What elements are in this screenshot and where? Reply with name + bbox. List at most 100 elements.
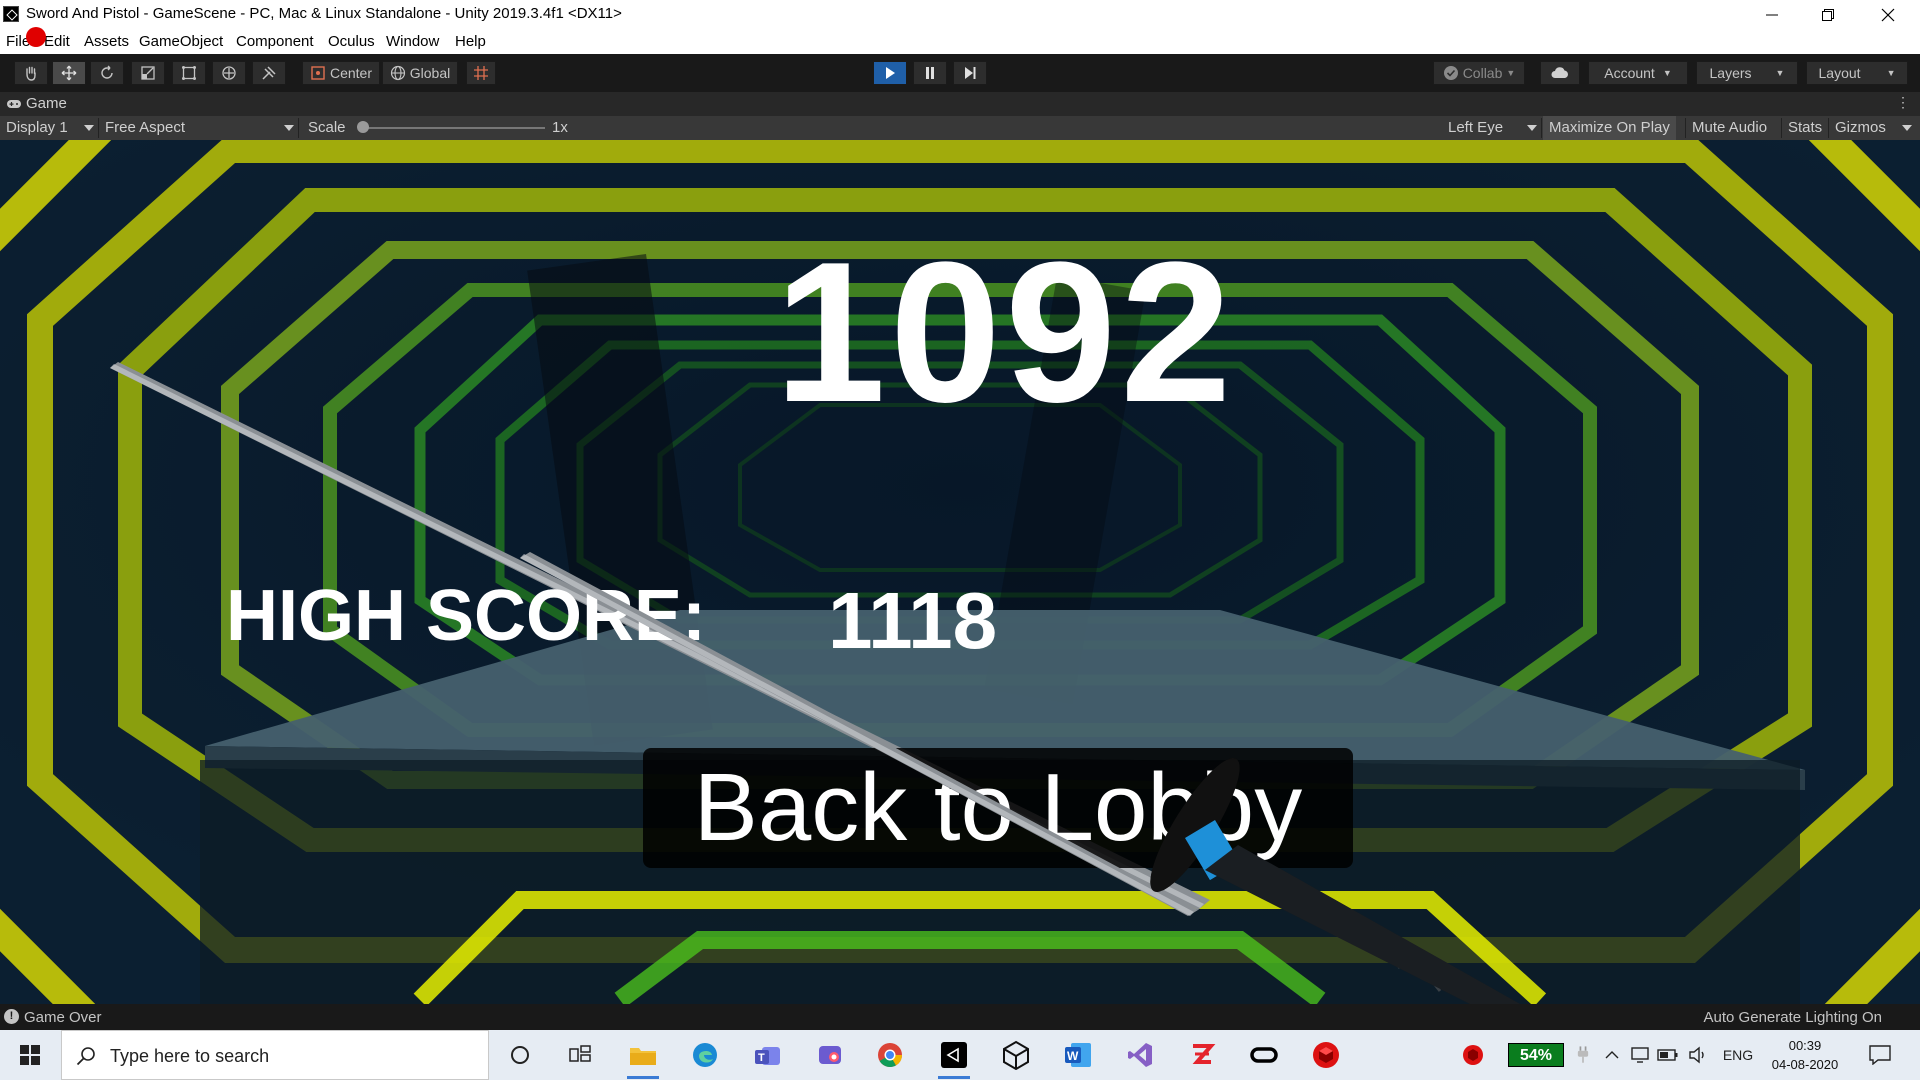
folder-icon [630,1048,656,1065]
menu-edit[interactable]: Edit [44,33,70,50]
battery-status-button[interactable] [1656,1030,1680,1080]
tab-game-label: Game [26,95,67,112]
file-explorer-button[interactable] [615,1030,671,1080]
snip-tool-button[interactable] [802,1030,858,1080]
menu-oculus[interactable]: Oculus [328,33,375,50]
grid-snap-icon [474,66,488,80]
language-indicator[interactable]: ENG [1718,1030,1758,1080]
menu-assets[interactable]: Assets [84,33,129,50]
cortana-button[interactable] [492,1030,548,1080]
tray-app-button[interactable] [1458,1030,1488,1080]
task-view-button[interactable] [552,1030,608,1080]
unity-app-icon [3,6,19,22]
task-view-icon [569,1045,591,1062]
transform-tool-button[interactable] [212,61,246,85]
menu-help[interactable]: Help [455,33,486,50]
action-center-button[interactable] [1862,1030,1898,1080]
eye-dropdown[interactable]: Left Eye [1448,119,1503,136]
pivot-center-toggle[interactable]: Center [302,61,380,85]
zoho-button[interactable] [1174,1030,1230,1080]
snap-grid-button[interactable] [466,61,496,85]
game-view[interactable]: 1092 HIGH SCORE: 1118 Back to Lobby [0,140,1920,1004]
hand-tool-button[interactable] [14,61,48,85]
windows-logo-icon [20,1045,40,1065]
menu-bar: File Edit Assets GameObject Component Oc… [0,29,1920,54]
layers-dropdown[interactable]: Layers ▼ [1696,61,1798,85]
move-tool-button[interactable] [52,61,86,85]
status-message[interactable]: Game Over [24,1009,102,1026]
visual-studio-icon [1128,1043,1152,1067]
start-button[interactable] [2,1030,58,1080]
chevron-down-icon [84,125,94,131]
edge-browser-button[interactable] [677,1030,733,1080]
layout-label: Layout [1818,65,1861,81]
tray-power-button[interactable] [1570,1030,1596,1080]
aspect-dropdown[interactable]: Free Aspect [105,119,185,136]
custom-tool-button[interactable] [252,61,286,85]
chrome-icon [878,1043,902,1068]
menu-window[interactable]: Window [386,33,439,50]
step-button[interactable] [953,61,987,85]
menu-component[interactable]: Component [236,33,314,50]
space-global-toggle[interactable]: Global [382,61,458,85]
display-dropdown[interactable]: Display 1 [6,119,68,136]
unity-hub-button[interactable] [926,1030,982,1080]
separator [1541,118,1542,138]
tab-game[interactable]: Game [6,95,67,112]
z-app-icon [1192,1044,1216,1064]
taskbar-search-box[interactable]: Type here to search [61,1030,489,1080]
wrench-icon [262,66,276,80]
close-button[interactable] [1860,0,1916,29]
show-hidden-icons-button[interactable] [1600,1030,1624,1080]
taskbar-clock[interactable]: 00:39 04-08-2020 [1760,1036,1850,1074]
unity-editor-button[interactable] [988,1030,1044,1080]
chrome-button[interactable] [862,1030,918,1080]
account-label: Account [1604,65,1655,81]
teams-button[interactable]: T [740,1030,796,1080]
info-icon: ! [4,1009,19,1024]
game-tab-bar: Game ⋮ [0,92,1920,116]
visual-studio-button[interactable] [1112,1030,1168,1080]
cloud-services-button[interactable] [1540,61,1580,85]
battery-level[interactable]: 54% [1508,1043,1564,1067]
collab-label: Collab [1462,65,1503,81]
close-icon [1881,8,1895,21]
game-app-button[interactable] [1298,1030,1354,1080]
volume-button[interactable] [1686,1030,1710,1080]
scale-slider-thumb[interactable] [357,121,369,133]
account-dropdown[interactable]: Account ▼ [1588,61,1688,85]
clock-time: 00:39 [1788,1038,1822,1053]
rect-tool-button[interactable] [172,61,206,85]
chevron-up-icon [1605,1051,1619,1059]
stats-toggle[interactable]: Stats [1782,116,1828,140]
chevron-down-icon: ▼ [1775,68,1785,78]
minimize-icon [1766,14,1778,15]
tab-options-icon[interactable]: ⋮ [1896,94,1910,111]
notification-icon [1869,1045,1891,1065]
teams-icon: T [755,1047,780,1065]
mute-audio-toggle[interactable]: Mute Audio [1686,116,1773,140]
rotate-tool-button[interactable] [90,61,124,85]
hand-icon [26,66,36,81]
layout-dropdown[interactable]: Layout ▼ [1806,61,1908,85]
gizmos-toggle[interactable]: Gizmos [1829,116,1892,140]
collab-dropdown[interactable]: Collab ▼ [1433,61,1525,85]
minimize-button[interactable] [1744,0,1800,29]
scale-tool-button[interactable] [131,61,165,85]
oculus-button[interactable] [1236,1030,1292,1080]
chevron-down-icon [1527,125,1537,131]
network-status-button[interactable] [1628,1030,1652,1080]
back-to-lobby-button[interactable]: Back to Lobby [643,748,1353,868]
clock-date: 04-08-2020 [1771,1057,1839,1072]
transform-icon [222,66,236,80]
maximize-on-play-toggle[interactable]: Maximize On Play [1543,116,1676,140]
word-button[interactable]: W [1050,1030,1106,1080]
restore-button[interactable] [1800,0,1856,29]
main-toolbar: Center Global Collab ▼ Account ▼ Layers … [0,54,1920,148]
pause-button[interactable] [913,61,947,85]
status-bar: ! Game Over Auto Generate Lighting On [0,1004,1920,1030]
play-button[interactable] [873,61,907,85]
edge-icon [693,1043,717,1067]
menu-gameobject[interactable]: GameObject [139,33,223,50]
scale-slider-track[interactable] [360,127,545,129]
